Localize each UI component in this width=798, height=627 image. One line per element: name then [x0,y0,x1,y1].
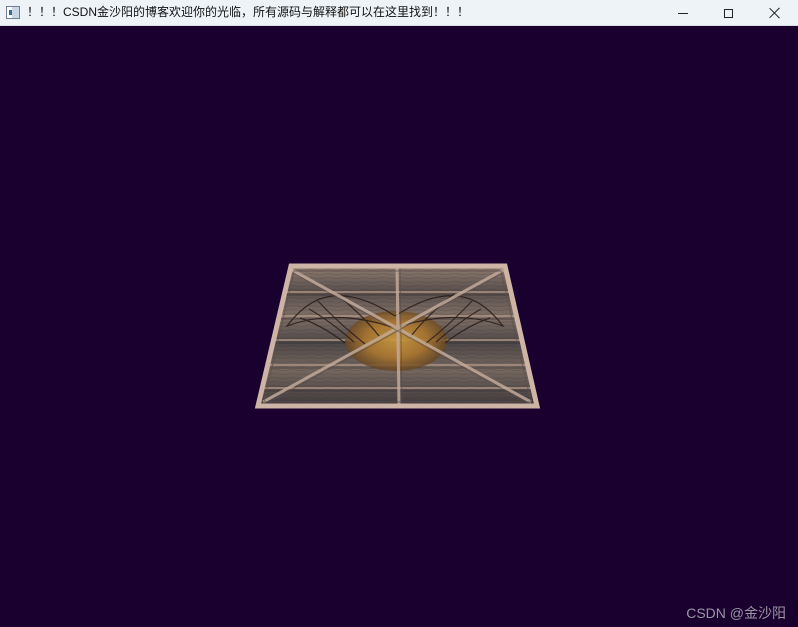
application-window: ！！！CSDN金沙阳的博客欢迎你的光临，所有源码与解释都可以在这里找到！！！ C… [0,0,798,627]
rendered-scene [254,263,541,409]
textured-plane[interactable] [254,263,541,409]
watermark: CSDN @金沙阳 [686,605,786,621]
